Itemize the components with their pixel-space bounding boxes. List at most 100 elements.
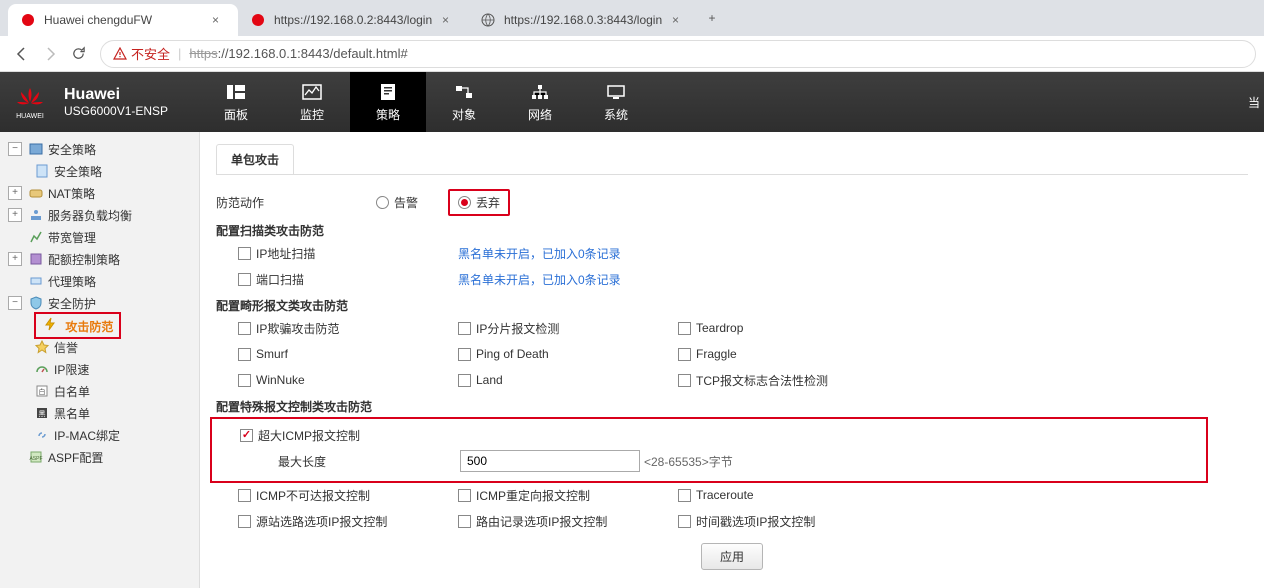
checkbox-src-route[interactable] <box>238 515 251 528</box>
brand-block: Huawei USG6000V1-ENSP <box>64 86 168 118</box>
checkbox-ip-frag[interactable] <box>458 322 471 335</box>
collapse-icon[interactable]: − <box>8 296 22 310</box>
action-label: 防范动作 <box>216 194 376 211</box>
nav-dashboard[interactable]: 面板 <box>198 72 274 132</box>
nav-object[interactable]: 对象 <box>426 72 502 132</box>
form-area: 防范动作 告警 丢弃 配置扫描类攻击防范 I <box>216 175 1248 588</box>
slb-icon <box>28 207 44 223</box>
speed-icon <box>34 361 50 377</box>
scan-ip-status[interactable]: 黑名单未开启，已加入0条记录 <box>458 245 621 262</box>
browser-tab[interactable]: https://192.168.0.3:8443/login × <box>468 4 698 36</box>
sidebar-sub-blacklist[interactable]: 黑 黑名单 <box>34 402 199 424</box>
collapse-icon[interactable]: − <box>8 142 22 156</box>
sidebar-item-security-policy[interactable]: − 安全策略 <box>0 138 199 160</box>
quota-icon <box>28 251 44 267</box>
blacklist-icon: 黑 <box>34 405 50 421</box>
star-icon <box>34 339 50 355</box>
proxy-icon <box>28 273 44 289</box>
nav-network[interactable]: 网络 <box>502 72 578 132</box>
highlight-drop-option: 丢弃 <box>448 189 510 216</box>
nav-policy[interactable]: 策略 <box>350 72 426 132</box>
browser-tab-strip: Huawei chengduFW × https://192.168.0.2:8… <box>0 0 1264 36</box>
url-field[interactable]: 不安全 | https://192.168.0.1:8443/default.h… <box>100 40 1256 68</box>
close-icon[interactable]: × <box>442 13 456 27</box>
huawei-favicon-icon <box>20 12 36 28</box>
section-special-title: 配置特殊报文控制类攻击防范 <box>216 398 1248 415</box>
close-icon[interactable]: × <box>672 13 686 27</box>
checkbox-tcpflag[interactable] <box>678 374 691 387</box>
checkbox-icmp-redirect[interactable] <box>458 489 471 502</box>
checkbox-teardrop[interactable] <box>678 322 691 335</box>
checkbox-smurf[interactable] <box>238 348 251 361</box>
radio-off-icon <box>376 196 389 209</box>
globe-favicon-icon <box>480 12 496 28</box>
checkbox-timestamp[interactable] <box>678 515 691 528</box>
radio-drop[interactable]: 丢弃 <box>458 194 500 211</box>
sidebar-sub-attack-defense[interactable]: 攻击防范 <box>34 314 199 336</box>
huawei-favicon-icon <box>250 12 266 28</box>
checkbox-fraggle[interactable] <box>678 348 691 361</box>
sidebar-item-slb[interactable]: + 服务器负载均衡 <box>0 204 199 226</box>
svg-text:ASPF: ASPF <box>29 456 42 462</box>
checkbox-winnuke[interactable] <box>238 374 251 387</box>
brand-name: Huawei <box>64 86 168 104</box>
app-header: HUAWEI Huawei USG6000V1-ENSP 面板 监控 策略 对象… <box>0 72 1264 132</box>
checkbox-port-scan[interactable] <box>238 273 251 286</box>
nav-system[interactable]: 系统 <box>578 72 654 132</box>
browser-toolbar: 不安全 | https://192.168.0.1:8443/default.h… <box>0 36 1264 72</box>
browser-tab[interactable]: https://192.168.0.2:8443/login × <box>238 4 468 36</box>
checkbox-land[interactable] <box>458 374 471 387</box>
shield-icon <box>28 295 44 311</box>
aspf-icon: ASPF <box>28 449 44 465</box>
system-icon <box>606 82 626 102</box>
checkbox-traceroute[interactable] <box>678 489 691 502</box>
bolt-icon <box>42 316 58 332</box>
apply-button[interactable]: 应用 <box>701 543 763 570</box>
highlight-icmp-block: 超大ICMP报文控制 最大长度 <28-65535>字节 <box>210 417 1208 483</box>
back-button[interactable] <box>8 40 36 68</box>
section-scan-title: 配置扫描类攻击防范 <box>216 222 1248 239</box>
maxlen-input[interactable] <box>460 450 640 472</box>
radio-warn[interactable]: 告警 <box>376 194 418 211</box>
main-panel: 单包攻击 防范动作 告警 丢弃 <box>200 132 1264 588</box>
policy-icon <box>380 82 396 102</box>
scan-port-status[interactable]: 黑名单未开启，已加入0条记录 <box>458 271 621 288</box>
sidebar-item-quota[interactable]: + 配额控制策略 <box>0 248 199 270</box>
page-tab-single-packet[interactable]: 单包攻击 <box>216 144 294 174</box>
url-text: https://192.168.0.1:8443/default.html# <box>189 46 407 61</box>
sidebar-item-aspf[interactable]: ASPF ASPF配置 <box>0 446 199 468</box>
close-icon[interactable]: × <box>212 13 226 27</box>
sidebar-sub-security-policy[interactable]: 安全策略 <box>34 160 199 182</box>
expand-icon[interactable]: + <box>8 252 22 266</box>
sidebar-sub-ipmac[interactable]: IP-MAC绑定 <box>34 424 199 446</box>
nav-monitor[interactable]: 监控 <box>274 72 350 132</box>
checkbox-record-route[interactable] <box>458 515 471 528</box>
brand-model: USG6000V1-ENSP <box>64 104 168 118</box>
forward-button[interactable] <box>36 40 64 68</box>
checkbox-pod[interactable] <box>458 348 471 361</box>
sidebar-item-proxy[interactable]: 代理策略 <box>0 270 199 292</box>
expand-icon[interactable]: + <box>8 186 22 200</box>
policy-tree-icon <box>28 141 44 157</box>
browser-tab-active[interactable]: Huawei chengduFW × <box>8 4 238 36</box>
sidebar: − 安全策略 安全策略 + NAT策略 + 服务器负载均衡 带宽管理 + <box>0 132 200 588</box>
sidebar-sub-ip-ratelimit[interactable]: IP限速 <box>34 358 199 380</box>
tab-title: Huawei chengduFW <box>44 13 206 27</box>
sidebar-item-nat[interactable]: + NAT策略 <box>0 182 199 204</box>
reload-button[interactable] <box>64 40 92 68</box>
new-tab-button[interactable]: + <box>698 4 726 32</box>
checkbox-ip-spoof[interactable] <box>238 322 251 335</box>
sidebar-sub-whitelist[interactable]: 白 白名单 <box>34 380 199 402</box>
tab-title: https://192.168.0.3:8443/login <box>504 13 666 27</box>
maxlen-hint: <28-65535>字节 <box>644 453 733 470</box>
checkbox-ip-scan[interactable] <box>238 247 251 260</box>
radio-on-icon <box>458 196 471 209</box>
link-icon <box>34 427 50 443</box>
checkbox-icmp-unreach[interactable] <box>238 489 251 502</box>
sidebar-item-bandwidth[interactable]: 带宽管理 <box>0 226 199 248</box>
tab-title: https://192.168.0.2:8443/login <box>274 13 436 27</box>
sidebar-sub-reputation[interactable]: 信誉 <box>34 336 199 358</box>
expand-icon[interactable]: + <box>8 208 22 222</box>
svg-text:黑: 黑 <box>39 410 46 418</box>
checkbox-big-icmp[interactable] <box>240 429 253 442</box>
